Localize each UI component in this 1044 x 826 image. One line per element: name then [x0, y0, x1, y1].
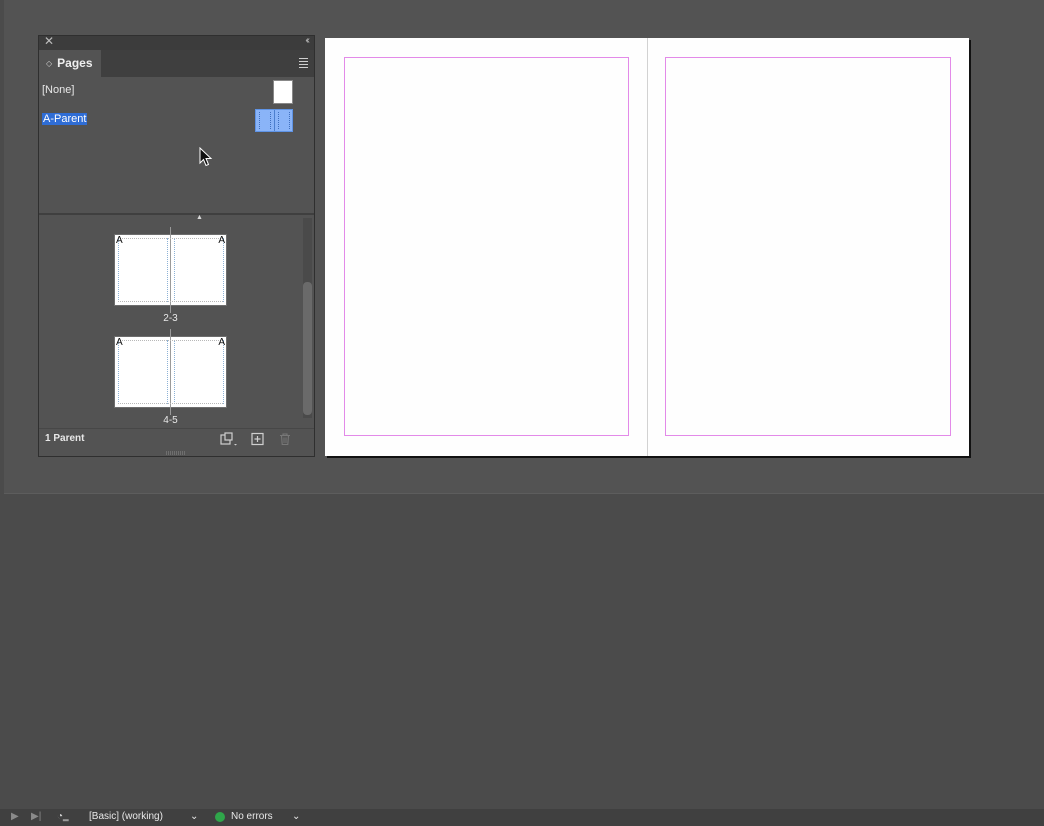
parent-item-none[interactable]: [None]: [39, 80, 314, 104]
resize-grip[interactable]: [166, 451, 186, 455]
spread-thumbnail[interactable]: A A: [114, 227, 227, 313]
panel-menu-icon[interactable]: [299, 58, 308, 70]
skip-end-icon[interactable]: ▶|: [31, 811, 41, 822]
panel-tab-row: ◇ Pages: [39, 50, 314, 77]
spread-label: 4-5: [163, 415, 178, 426]
margin-guide-left: [344, 57, 629, 436]
tab-pages[interactable]: ◇ Pages: [39, 50, 101, 77]
parent-thumbnail[interactable]: [273, 80, 293, 104]
pages-list: A A 2-3 A A 4-5: [39, 216, 301, 430]
parent-thumbnail[interactable]: [255, 109, 293, 132]
panel-title-bar[interactable]: ✕ ‹‹: [39, 34, 314, 50]
parent-count-label: 1 Parent: [45, 433, 85, 444]
scrollbar-thumb[interactable]: [303, 282, 312, 415]
preflight-profile[interactable]: [Basic] (working): [89, 811, 163, 822]
spread-thumbnail[interactable]: A A: [114, 329, 227, 415]
panel-footer: 1 Parent: [39, 428, 314, 451]
parent-letter: A: [116, 337, 123, 348]
parent-label: [None]: [42, 84, 75, 96]
parent-item-a[interactable]: A-Parent: [39, 109, 314, 133]
document-spread[interactable]: [325, 38, 969, 456]
trash-icon[interactable]: [279, 432, 291, 446]
mouse-cursor: [199, 147, 213, 167]
margin-guide-right: [665, 57, 951, 436]
panel-divider[interactable]: [39, 213, 314, 215]
chevron-down-icon[interactable]: ⌄: [190, 811, 198, 822]
status-bar: ▶ ▶| ◔‗ [Basic] (working) ⌄ No errors ⌄: [0, 809, 1044, 826]
new-page-icon[interactable]: [251, 432, 264, 446]
pages-panel: ✕ ‹‹ ◇ Pages [None] A-Parent ▲ A A 2-3 A…: [38, 34, 315, 457]
collapse-icon[interactable]: ‹‹: [305, 35, 309, 46]
preflight-icon[interactable]: ◔‗: [57, 811, 69, 822]
status-indicator: [215, 812, 225, 822]
parent-label: A-Parent: [42, 113, 88, 125]
spine: [647, 38, 648, 456]
parent-letter: A: [218, 235, 225, 246]
play-icon[interactable]: ▶: [11, 811, 19, 822]
close-icon[interactable]: ✕: [44, 34, 54, 48]
tab-arrows-icon: ◇: [46, 59, 53, 68]
chevron-down-icon[interactable]: ⌄: [292, 811, 300, 822]
status-text[interactable]: No errors: [231, 811, 273, 822]
spread-label: 2-3: [163, 313, 178, 324]
edit-page-size-icon[interactable]: [219, 432, 239, 446]
parent-letter: A: [218, 337, 225, 348]
tab-pages-label: Pages: [57, 56, 93, 70]
parent-letter: A: [116, 235, 123, 246]
